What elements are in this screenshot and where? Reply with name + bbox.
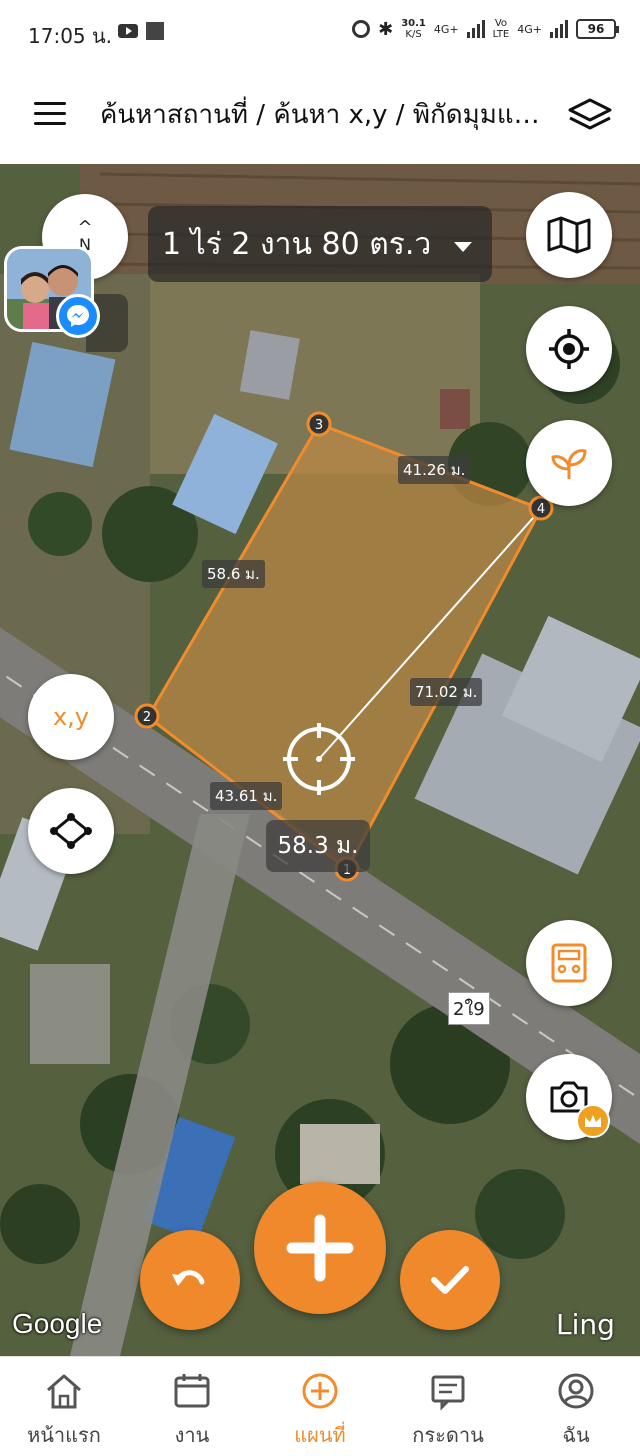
map-type-button[interactable] (526, 192, 612, 278)
map-view[interactable]: 1 2 3 4 41.26 ม. 58.6 ม. 71.02 ม. 43.61 … (0, 164, 640, 1356)
gps-icon (549, 329, 589, 369)
plus-icon (286, 1214, 354, 1282)
xy-label: x,y (52, 703, 90, 731)
board-icon (431, 1375, 465, 1411)
nav-home[interactable]: หน้าแรก (0, 1357, 128, 1456)
nav-jobs-label: งาน (174, 1423, 210, 1447)
plant-icon (551, 449, 587, 479)
network-type-1: 4G+ (433, 22, 459, 36)
calculator-icon (551, 943, 587, 983)
camera-button[interactable] (526, 1054, 612, 1140)
vertex-marker-2[interactable]: 2 (134, 703, 160, 729)
add-point-button[interactable] (254, 1182, 386, 1314)
measurement-side-1-2: 43.61 ม. (210, 782, 283, 810)
hamburger-menu-icon[interactable] (34, 102, 66, 126)
profile-icon (558, 1373, 594, 1409)
vertex-label-2: 2 (143, 710, 151, 725)
network-speed-value: 30.1 (401, 18, 426, 29)
crown-icon (576, 1104, 610, 1138)
chevron-down-icon (454, 242, 472, 252)
nav-board-label: กระดาน (412, 1423, 484, 1447)
volte-icon: Vo LTE (493, 18, 510, 40)
map-icon (547, 216, 591, 254)
check-icon (431, 1266, 469, 1294)
nav-home-label: หน้าแรก (27, 1423, 101, 1447)
google-logo: Google (12, 1308, 103, 1339)
calculator-button[interactable] (526, 920, 612, 1006)
calendar-icon (174, 1374, 210, 1408)
undo-button[interactable] (140, 1230, 240, 1330)
signal-icon-2 (550, 20, 568, 38)
area-label: 1 ไร่ 2 งาน 80 ตร.ว (162, 226, 432, 262)
nav-map-label: แผนที่ (294, 1423, 346, 1447)
area-dropdown[interactable]: 1 ไร่ 2 งาน 80 ตร.ว (148, 206, 492, 282)
polygon-icon (50, 813, 92, 849)
messenger-icon[interactable] (56, 294, 100, 338)
notification-icon (146, 22, 164, 40)
network-type-2: 4G+ (517, 22, 542, 36)
battery-icon: 96 (576, 19, 619, 39)
alarm-icon (352, 20, 371, 38)
xy-button[interactable]: x,y (28, 674, 114, 760)
measurement-side-2-3: 58.6 ม. (202, 560, 265, 588)
volte-top: Vo (494, 18, 508, 29)
bottom-nav: หน้าแรก งาน แผนที่ กระดาน ฉัน (0, 1356, 640, 1456)
signal-icon (466, 20, 485, 38)
search-bar[interactable]: ค้นหาสถานที่ / ค้นหา x,y / พิกัดมุมแปลง (100, 94, 550, 135)
status-icons: ✱ 30.1 K/S 4G+ Vo LTE 4G+ 96 (352, 18, 619, 40)
draw-polygon-button[interactable] (28, 788, 114, 874)
network-speed: 30.1 K/S (401, 18, 426, 40)
measurement-diagonal: 71.02 ม. (410, 678, 483, 706)
my-location-button[interactable] (526, 306, 612, 392)
youtube-icon (118, 24, 138, 38)
vertex-label-4: 4 (537, 502, 545, 517)
nav-profile[interactable]: ฉัน (512, 1357, 640, 1456)
home-icon (47, 1374, 81, 1409)
network-speed-unit: K/S (405, 29, 422, 40)
app-root: 17:05 น. ✱ 30.1 K/S 4G+ Vo LTE 4G+ 96 ค้… (0, 0, 640, 1456)
plant-button[interactable] (526, 420, 612, 506)
compass-arrow-icon: ^ (77, 216, 93, 238)
app-header: ค้นหาสถานที่ / ค้นหา x,y / พิกัดมุมแปลง (0, 64, 640, 164)
nav-profile-label: ฉัน (562, 1423, 590, 1447)
road-label: 2ใ9 (448, 992, 490, 1025)
battery-level: 96 (587, 22, 605, 36)
plus-circle-icon (302, 1373, 338, 1409)
vertex-marker-3[interactable]: 3 (306, 411, 332, 437)
status-time: 17:05 น. (28, 24, 113, 48)
nav-map[interactable]: แผนที่ (256, 1357, 384, 1456)
measurement-side-3-4: 41.26 ม. (398, 456, 471, 484)
vertex-label-3: 3 (315, 418, 323, 433)
nav-board[interactable]: กระดาน (384, 1357, 512, 1456)
nav-jobs[interactable]: งาน (128, 1357, 256, 1456)
status-bar: 17:05 น. ✱ 30.1 K/S 4G+ Vo LTE 4G+ 96 (0, 0, 640, 64)
watermark-label: Ling (556, 1308, 615, 1341)
measurement-side-1-4: 58.3 ม. (266, 820, 370, 872)
bluetooth-icon: ✱ (378, 18, 394, 40)
volte-bottom: LTE (492, 29, 510, 40)
confirm-button[interactable] (400, 1230, 500, 1330)
undo-icon (172, 1270, 205, 1286)
layers-icon[interactable] (566, 94, 614, 134)
